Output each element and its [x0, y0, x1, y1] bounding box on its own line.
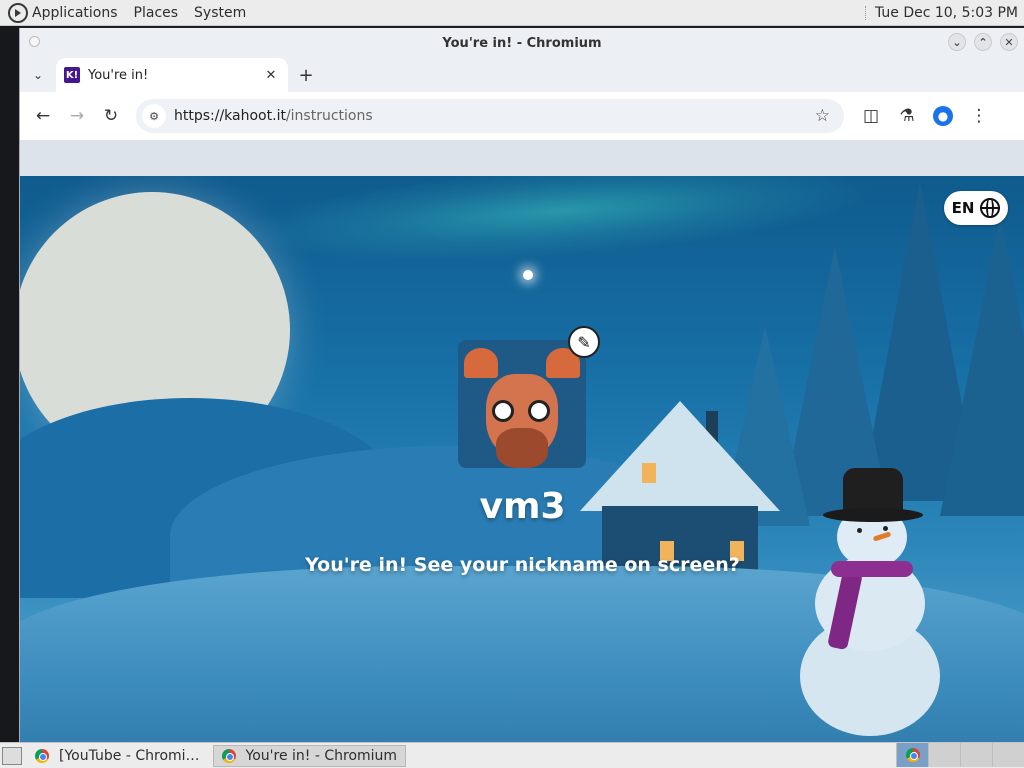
browser-window: You're in! - Chromium ⌄ ⌃ ✕ ⌄ K! You're …	[19, 28, 1024, 742]
puzzle-icon: ◫	[862, 106, 880, 126]
url-path: /instructions	[285, 108, 373, 124]
close-tab-icon[interactable]: ✕	[262, 68, 280, 83]
new-tab-button[interactable]: +	[288, 58, 324, 92]
moose-eye	[528, 400, 550, 422]
workspace-2[interactable]	[928, 743, 960, 767]
workspace-4[interactable]	[992, 743, 1024, 767]
close-icon[interactable]: ✕	[1000, 33, 1018, 51]
snowman-eye	[857, 528, 862, 533]
back-button[interactable]: ←	[26, 99, 60, 133]
taskbar-item-youre-in[interactable]: You're in! - Chromium	[212, 744, 407, 767]
arrow-right-icon: →	[69, 106, 85, 126]
plus-icon: +	[298, 64, 314, 86]
maximize-icon[interactable]: ⌃	[974, 33, 992, 51]
pine-tree	[940, 216, 1024, 516]
kahoot-page: EN ✎ vm3 You're in! See your nickname on…	[20, 176, 1024, 742]
globe-icon	[980, 198, 1001, 218]
reload-icon: ↻	[103, 106, 119, 126]
places-menu-label: Places	[133, 4, 179, 21]
arrow-left-icon: ←	[35, 106, 51, 126]
moose-eye	[492, 400, 514, 422]
workspace-3[interactable]	[960, 743, 992, 767]
address-bar[interactable]: ⚙ https://kahoot.it/instructions ☆	[136, 99, 844, 133]
browser-toolbar: ← → ↻ ⚙ https://kahoot.it/instructions ☆…	[20, 92, 1024, 140]
flask-icon: ⚗	[899, 106, 915, 126]
profile-button[interactable]: ●	[926, 99, 960, 133]
chevron-down-icon: ⌄	[32, 68, 44, 82]
tab-youre-in[interactable]: K! You're in! ✕	[56, 58, 288, 92]
reload-button[interactable]: ↻	[94, 99, 128, 133]
chromium-icon	[221, 748, 236, 763]
language-code: EN	[951, 199, 975, 217]
window-menu-icon[interactable]	[29, 36, 40, 47]
gnome-foot-icon	[8, 2, 28, 23]
labs-button[interactable]: ⚗	[890, 99, 924, 133]
taskbar-item-youtube[interactable]: [YouTube - Chromi…	[26, 745, 209, 767]
player-avatar	[458, 340, 586, 468]
edit-avatar-button[interactable]: ✎	[568, 326, 600, 358]
url-host: https://kahoot.it	[174, 108, 286, 124]
places-menu[interactable]: Places	[130, 0, 191, 25]
tab-label: You're in!	[88, 67, 149, 83]
tab-strip: ⌄ K! You're in! ✕ +	[20, 58, 1024, 92]
panel-separator	[864, 5, 867, 20]
applications-menu[interactable]: Applications	[0, 0, 130, 25]
show-desktop-button[interactable]	[2, 746, 22, 765]
player-nickname: vm3	[479, 486, 566, 527]
toolbar-spacer	[20, 140, 1024, 180]
kebab-menu-icon: ⋮	[970, 106, 988, 126]
taskbar-item-label: [YouTube - Chromi…	[59, 747, 200, 764]
cabin-window	[642, 463, 656, 483]
forward-button[interactable]: →	[60, 99, 94, 133]
moose-snout	[496, 428, 548, 468]
chromium-icon	[905, 748, 920, 762]
menu-button[interactable]: ⋮	[962, 99, 996, 133]
bottom-taskbar: [YouTube - Chromi… You're in! - Chromium	[0, 742, 1024, 768]
star-decoration	[523, 270, 533, 280]
extensions-button[interactable]: ◫	[854, 99, 888, 133]
antler-left	[464, 348, 498, 378]
top-panel: Applications Places System Tue Dec 10, 5…	[0, 0, 1024, 26]
join-status-message: You're in! See your nickname on screen?	[305, 554, 740, 576]
clock[interactable]: Tue Dec 10, 5:03 PM	[875, 5, 1018, 21]
window-title: You're in! - Chromium	[442, 35, 602, 51]
workspace-1[interactable]	[896, 743, 928, 767]
taskbar-item-label: You're in! - Chromium	[245, 747, 398, 764]
system-menu[interactable]: System	[190, 0, 258, 25]
system-menu-label: System	[194, 4, 247, 21]
desktop-background	[0, 26, 19, 742]
pencil-icon: ✎	[577, 332, 591, 352]
chromium-icon	[35, 748, 49, 763]
bookmark-star-icon[interactable]: ☆	[815, 106, 838, 126]
tab-search-button[interactable]: ⌄	[20, 58, 56, 92]
workspace-switcher	[896, 743, 1024, 768]
language-selector[interactable]: EN	[944, 191, 1008, 225]
window-titlebar[interactable]: You're in! - Chromium ⌄ ⌃ ✕	[20, 28, 1024, 58]
profile-avatar-icon: ●	[933, 106, 953, 126]
applications-menu-label: Applications	[32, 4, 118, 21]
minimize-icon[interactable]: ⌄	[948, 33, 966, 51]
site-settings-icon[interactable]: ⚙	[142, 104, 166, 128]
kahoot-favicon: K!	[64, 67, 80, 83]
